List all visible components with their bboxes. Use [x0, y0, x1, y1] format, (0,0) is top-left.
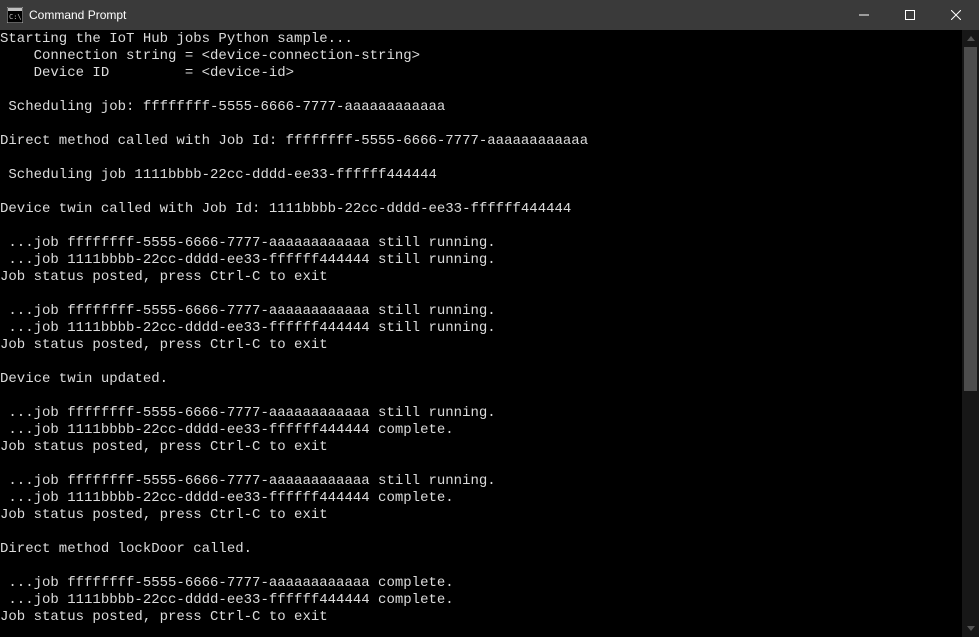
window-title: Command Prompt: [29, 8, 126, 22]
terminal-line: ...job 1111bbbb-22cc-dddd-ee33-ffffff444…: [0, 252, 962, 269]
terminal-line: Direct method called with Job Id: ffffff…: [0, 133, 962, 150]
close-button[interactable]: [933, 0, 979, 30]
terminal-line: [0, 456, 962, 473]
terminal-line: Device twin updated.: [0, 371, 962, 388]
terminal-line: Job status posted, press Ctrl-C to exit: [0, 269, 962, 286]
terminal-line: [0, 286, 962, 303]
terminal-line: Scheduling job 1111bbbb-22cc-dddd-ee33-f…: [0, 167, 962, 184]
terminal-line: ...job 1111bbbb-22cc-dddd-ee33-ffffff444…: [0, 320, 962, 337]
terminal-line: Connection string = <device-connection-s…: [0, 48, 962, 65]
terminal-line: Job status posted, press Ctrl-C to exit: [0, 439, 962, 456]
minimize-button[interactable]: [841, 0, 887, 30]
scrollbar-thumb[interactable]: [964, 47, 977, 391]
terminal-line: ...job ffffffff-5555-6666-7777-aaaaaaaaa…: [0, 575, 962, 592]
terminal-line: [0, 184, 962, 201]
scrollbar-track[interactable]: [962, 47, 979, 620]
terminal-line: Direct method lockDoor called.: [0, 541, 962, 558]
terminal-line: Job status posted, press Ctrl-C to exit: [0, 507, 962, 524]
terminal-line: [0, 82, 962, 99]
terminal-line: Job status posted, press Ctrl-C to exit: [0, 609, 962, 626]
terminal-line: [0, 218, 962, 235]
terminal-line: Starting the IoT Hub jobs Python sample.…: [0, 31, 962, 48]
terminal-line: Scheduling job: ffffffff-5555-6666-7777-…: [0, 99, 962, 116]
scroll-down-arrow[interactable]: [962, 620, 979, 637]
vertical-scrollbar[interactable]: [962, 30, 979, 637]
window-controls: [841, 0, 979, 30]
terminal-line: Job status posted, press Ctrl-C to exit: [0, 337, 962, 354]
cmd-icon: C:\: [7, 7, 23, 23]
terminal-line: [0, 388, 962, 405]
terminal-line: ...job ffffffff-5555-6666-7777-aaaaaaaaa…: [0, 235, 962, 252]
svg-text:C:\: C:\: [9, 13, 22, 21]
terminal-output[interactable]: Starting the IoT Hub jobs Python sample.…: [0, 30, 962, 637]
terminal-line: [0, 626, 962, 637]
terminal-line: Device twin called with Job Id: 1111bbbb…: [0, 201, 962, 218]
scroll-up-arrow[interactable]: [962, 30, 979, 47]
terminal-line: Device ID = <device-id>: [0, 65, 962, 82]
terminal-line: [0, 524, 962, 541]
terminal-line: [0, 150, 962, 167]
terminal-line: [0, 354, 962, 371]
terminal-line: ...job 1111bbbb-22cc-dddd-ee33-ffffff444…: [0, 422, 962, 439]
content-area: Starting the IoT Hub jobs Python sample.…: [0, 30, 979, 637]
terminal-line: ...job ffffffff-5555-6666-7777-aaaaaaaaa…: [0, 303, 962, 320]
window-titlebar[interactable]: C:\ Command Prompt: [0, 0, 979, 30]
terminal-line: ...job 1111bbbb-22cc-dddd-ee33-ffffff444…: [0, 490, 962, 507]
terminal-line: ...job 1111bbbb-22cc-dddd-ee33-ffffff444…: [0, 592, 962, 609]
terminal-line: [0, 558, 962, 575]
terminal-line: ...job ffffffff-5555-6666-7777-aaaaaaaaa…: [0, 405, 962, 422]
terminal-line: [0, 116, 962, 133]
terminal-line: ...job ffffffff-5555-6666-7777-aaaaaaaaa…: [0, 473, 962, 490]
maximize-button[interactable]: [887, 0, 933, 30]
